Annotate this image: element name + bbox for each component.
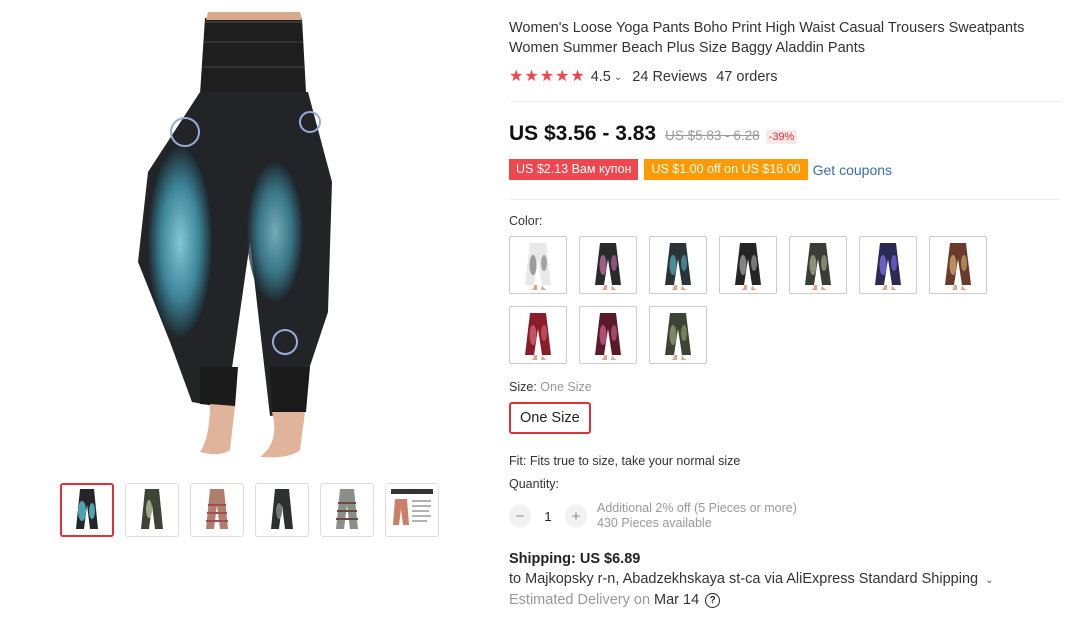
star-icon: ★ — [539, 68, 555, 85]
color-swatch-10[interactable] — [649, 306, 707, 364]
chevron-down-icon[interactable]: ⌄ — [985, 575, 993, 586]
bulk-discount-note: Additional 2% off (5 Pieces or more) — [597, 501, 797, 515]
color-swatch-1[interactable] — [509, 236, 567, 294]
product-info: Women's Loose Yoga Pants Boho Print High… — [509, 18, 1064, 608]
coupon-badge-select[interactable]: US $1.00 off on US $16.00 — [644, 159, 808, 180]
swatch-image — [793, 239, 843, 291]
estimated-delivery-label: Estimated Delivery on — [509, 592, 651, 608]
size-option-one-size[interactable]: One Size — [509, 402, 591, 434]
price-row: US $3.56 - 3.83 US $5.83 - 6.28 -39% — [509, 122, 1064, 146]
quantity-input[interactable]: 1 — [531, 509, 565, 524]
quantity-label: Quantity: — [509, 477, 560, 491]
color-swatch-3[interactable] — [649, 236, 707, 294]
pants-image — [138, 12, 332, 458]
chevron-down-icon[interactable]: ⌄ — [614, 72, 622, 83]
color-swatch-9[interactable] — [579, 306, 637, 364]
swatch-image — [653, 309, 703, 361]
help-icon[interactable]: ? — [705, 592, 721, 608]
coupons-row: US $2.13 Вам купон US $1.00 off on US $1… — [509, 159, 1064, 180]
original-price: US $5.83 - 6.28 — [665, 128, 760, 143]
color-swatch-4[interactable] — [719, 236, 777, 294]
current-price: US $3.56 - 3.83 — [509, 122, 657, 145]
stock-available: 430 Pieces available — [597, 516, 712, 530]
swatch-image — [513, 239, 563, 291]
thumbnail-1[interactable] — [60, 483, 114, 537]
star-icon: ★ — [509, 68, 524, 85]
discount-badge: -39% — [765, 130, 798, 144]
color-swatch-8[interactable] — [509, 306, 567, 364]
shipping-destination-text[interactable]: to Majkopsky r-n, Abadzekhskaya st-ca vi… — [509, 571, 978, 587]
size-label: Size: One Size — [509, 380, 1064, 394]
color-swatch-6[interactable] — [859, 236, 917, 294]
swatch-image — [723, 239, 773, 291]
swatch-image — [653, 239, 703, 291]
product-title: Women's Loose Yoga Pants Boho Print High… — [509, 20, 1025, 56]
thumbnail-6-size-chart[interactable] — [385, 483, 439, 537]
reviews-link[interactable]: 24 Reviews — [632, 69, 707, 85]
star-rating: ★ ★ ★ ★ ★ — [509, 69, 585, 85]
thumbnail-4[interactable] — [255, 483, 309, 537]
thumbnail-5[interactable] — [320, 483, 374, 537]
color-swatch-7[interactable] — [929, 236, 987, 294]
thumbnail-strip — [60, 483, 439, 537]
swatch-image — [583, 309, 633, 361]
divider — [509, 101, 1061, 102]
rating-value[interactable]: 4.5 — [591, 69, 611, 85]
size-selected-value: One Size — [540, 380, 592, 394]
swatch-image — [863, 239, 913, 291]
color-swatch-2[interactable] — [579, 236, 637, 294]
quantity-stepper: − 1 + Additional 2% off (5 Pieces or mor… — [509, 501, 1064, 531]
divider — [509, 199, 1061, 200]
thumbnail-2[interactable] — [125, 483, 179, 537]
star-icon: ★ — [555, 68, 570, 85]
product-gallery — [60, 12, 450, 537]
star-icon: ★ — [524, 68, 539, 85]
swatch-image — [933, 239, 983, 291]
quantity-notes: Additional 2% off (5 Pieces or more) 430… — [597, 501, 797, 531]
color-label: Color: — [509, 214, 543, 228]
star-icon: ★ — [570, 68, 585, 85]
shipping-cost: Shipping: US $6.89 — [509, 551, 641, 567]
get-coupons-link[interactable]: Get coupons — [813, 162, 892, 178]
color-swatches — [509, 236, 999, 364]
main-product-image[interactable] — [60, 12, 440, 467]
coupon-badge-store[interactable]: US $2.13 Вам купон — [509, 159, 639, 180]
shipping-destination[interactable]: to Majkopsky r-n, Abadzekhskaya st-ca vi… — [509, 571, 1064, 587]
swatch-image — [583, 239, 633, 291]
rating-row: ★ ★ ★ ★ ★ 4.5 ⌄ 24 Reviews 47 orders — [509, 68, 1064, 86]
increase-quantity-button[interactable]: + — [565, 505, 587, 527]
swatch-image — [513, 309, 563, 361]
delivery-date: Mar 14 — [654, 592, 700, 608]
thumbnail-3[interactable] — [190, 483, 244, 537]
orders-count: 47 orders — [716, 69, 778, 85]
fit-note: Fit: Fits true to size, take your normal… — [509, 454, 741, 468]
size-label-text: Size: — [509, 380, 537, 394]
color-swatch-5[interactable] — [789, 236, 847, 294]
decrease-quantity-button[interactable]: − — [509, 505, 531, 527]
estimated-delivery: Estimated Delivery on Mar 14 ? — [509, 592, 1064, 608]
